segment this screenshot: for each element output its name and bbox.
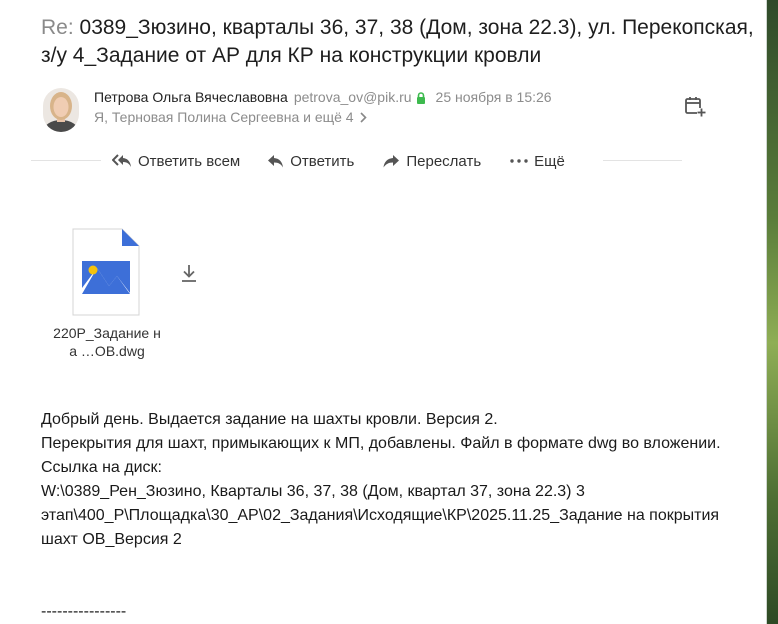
message-subject: Re: 0389_Зюзино, кварталы 36, 37, 38 (До…	[41, 14, 761, 70]
more-icon	[510, 159, 528, 163]
reply-all-button[interactable]: Ответить всем	[112, 153, 240, 170]
reply-icon	[268, 155, 284, 168]
sender-avatar[interactable]	[43, 88, 79, 132]
body-greeting: Добрый день. Выдается задание на шахты к…	[41, 411, 498, 428]
download-icon	[182, 265, 196, 282]
recipients-text: Я, Терновая Полина Сергеевна и ещё 4	[94, 109, 354, 125]
forward-icon	[383, 155, 400, 168]
toolbar-divider-left	[31, 160, 101, 161]
reply-all-label: Ответить всем	[138, 152, 241, 170]
message-body: Добрый день. Выдается задание на шахты к…	[41, 408, 731, 552]
calendar-add-icon	[685, 97, 706, 117]
more-label: Ещё	[534, 152, 565, 170]
message-toolbar: Ответить всем Ответить Переслать Ещё	[112, 150, 565, 172]
forward-button[interactable]: Переслать	[382, 153, 481, 170]
body-link-label: Ссылка на диск:	[41, 459, 162, 476]
toolbar-divider-right	[603, 160, 682, 161]
subject-reply-prefix: Re:	[41, 16, 74, 39]
image-file-icon[interactable]	[72, 228, 140, 316]
lock-icon	[416, 90, 426, 108]
sender-name[interactable]: Петрова Ольга Вячеславовна	[94, 89, 288, 105]
sender-email[interactable]: petrova_ov@pik.ru	[294, 89, 412, 105]
reply-label: Ответить	[290, 152, 355, 170]
attachment-file-name[interactable]: 220Р_Задание на …ОВ.dwg	[52, 324, 162, 360]
add-to-calendar-button[interactable]	[684, 95, 706, 117]
reply-all-icon	[112, 154, 131, 167]
forward-label: Переслать	[406, 152, 482, 170]
sender-line: Петрова Ольга Вячеславовна petrova_ov@pik…	[94, 88, 552, 108]
more-button[interactable]: Ещё	[510, 153, 565, 170]
reply-button[interactable]: Ответить	[267, 153, 354, 170]
body-separator: ----------------	[41, 603, 127, 620]
body-paragraph: Перекрытия для шахт, примыкающих к МП, д…	[41, 435, 721, 452]
body-disk-path: W:\0389_Рен_Зюзино, Кварталы 36, 37, 38 …	[41, 483, 720, 548]
chevron-right-icon	[360, 109, 367, 127]
subject-text: 0389_Зюзино, кварталы 36, 37, 38 (Дом, з…	[41, 16, 754, 67]
background-window-edge	[766, 0, 778, 624]
download-attachment-button[interactable]	[180, 263, 198, 283]
message-date: 25 ноября в 15:26	[435, 89, 552, 105]
recipients-toggle[interactable]: Я, Терновая Полина Сергеевна и ещё 4	[94, 108, 367, 127]
